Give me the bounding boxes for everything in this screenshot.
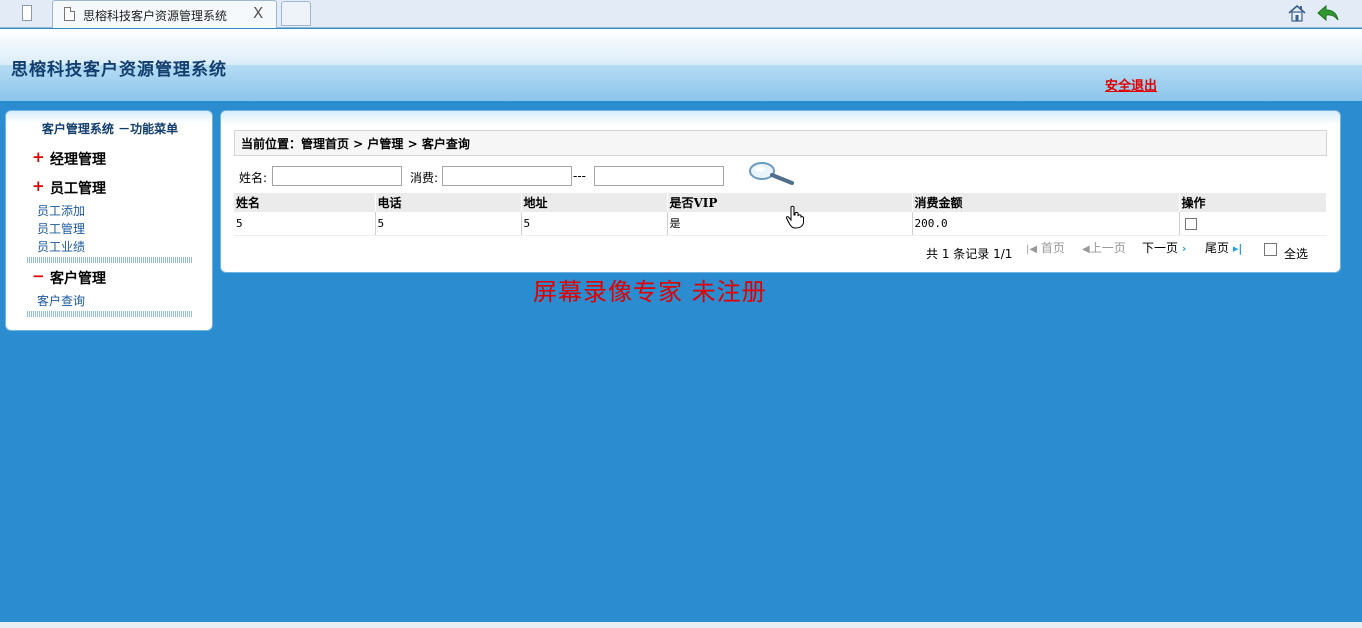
site-header: 思榕科技客户资源管理系统 安全退出 [0, 29, 1362, 101]
document-icon [64, 7, 75, 21]
first-page-link[interactable]: |◀ 首页 [1026, 239, 1065, 256]
cell-phone: 5 [375, 212, 522, 236]
system-title: 思榕科技客户资源管理系统 [11, 60, 227, 80]
watermark: 屏幕录像专家 未注册 [533, 278, 767, 306]
menu-divider [27, 257, 192, 263]
menu-group-label: 员工管理 [50, 181, 106, 197]
tab-close-icon[interactable]: X [253, 4, 263, 22]
search-icon[interactable] [748, 161, 796, 185]
browser-tab[interactable]: 思榕科技客户资源管理系统 X [52, 0, 277, 28]
pagination: 共 1 条记录 1/1 |◀ 首页 ◀上一页 下一页 › 尾页 ▸| 全选 [926, 239, 1326, 261]
column-header: 地址 [521, 193, 668, 212]
first-page-label: 首页 [1040, 241, 1065, 255]
name-label: 姓名: [239, 171, 268, 185]
browser-tab-bar: 思榕科技客户资源管理系统 X [0, 0, 1362, 28]
expand-icon: + [32, 177, 45, 195]
expand-icon: + [32, 148, 45, 166]
logout-link[interactable]: 安全退出 [1105, 75, 1157, 94]
menu-item-employee-manage[interactable]: 员工管理 [37, 220, 85, 237]
last-page-link[interactable]: 尾页 ▸| [1205, 239, 1242, 256]
last-page-icon: ▸| [1232, 242, 1243, 255]
name-input[interactable] [272, 166, 402, 186]
collapse-icon: − [32, 267, 45, 285]
page-icon[interactable] [15, 4, 40, 24]
new-tab-button[interactable] [281, 1, 311, 26]
last-page-label: 尾页 [1205, 241, 1230, 255]
menu-group-label: 客户管理 [50, 271, 106, 287]
next-page-label: 下一页 [1142, 241, 1179, 255]
menu-item-employee-add[interactable]: 员工添加 [37, 202, 85, 219]
customer-table: 姓名 电话 地址 是否VIP 消费金额 操作 5 5 5 是 200.0 [234, 193, 1327, 236]
column-header: 消费金额 [912, 193, 1180, 212]
select-all-checkbox[interactable] [1264, 243, 1277, 256]
consume-label: 消费: [410, 171, 439, 185]
menu-title: 客户管理系统 －功能菜单 [41, 122, 179, 136]
cell-address: 5 [521, 212, 668, 236]
consume-max-input[interactable] [594, 166, 724, 186]
main-content: 当前位置：管理首页 > 户管理 > 客户查询 姓名: 消费: --- 姓名 电话… [220, 110, 1341, 273]
consume-min-input[interactable] [442, 166, 572, 186]
cell-amount: 200.0 [912, 212, 1180, 236]
hand-cursor-icon [785, 205, 804, 229]
prev-page-label: 上一页 [1089, 241, 1126, 255]
table-row: 5 5 5 是 200.0 [234, 212, 1327, 236]
first-page-icon: |◀ [1026, 244, 1038, 255]
home-icon[interactable] [1287, 3, 1307, 23]
column-header: 电话 [375, 193, 522, 212]
search-form: 姓名: 消费: --- [238, 161, 838, 189]
breadcrumb: 当前位置：管理首页 > 户管理 > 客户查询 [234, 130, 1327, 156]
menu-item-employee-performance[interactable]: 员工业绩 [37, 238, 85, 255]
table-header-row: 姓名 电话 地址 是否VIP 消费金额 操作 [234, 193, 1327, 212]
select-all-label: 全选 [1284, 247, 1309, 261]
range-separator: --- [573, 169, 586, 183]
menu-group-label: 经理管理 [50, 152, 106, 168]
next-page-link[interactable]: 下一页 › [1142, 239, 1186, 256]
row-checkbox[interactable] [1184, 217, 1197, 230]
record-summary: 共 1 条记录 1/1 [926, 247, 1013, 261]
cell-action [1179, 212, 1327, 236]
function-menu: 客户管理系统 －功能菜单 + 经理管理 + 员工管理 员工添加 员工管理 员工业… [5, 110, 213, 331]
back-arrow-icon[interactable] [1316, 3, 1340, 23]
cell-name: 5 [234, 212, 376, 236]
menu-divider [27, 311, 192, 317]
status-bar [0, 622, 1362, 628]
tab-title: 思榕科技客户资源管理系统 [83, 9, 228, 23]
prev-page-link[interactable]: ◀上一页 [1082, 239, 1126, 256]
menu-item-customer-query[interactable]: 客户查询 [37, 292, 85, 309]
prev-page-icon: ◀ [1082, 244, 1090, 255]
next-page-icon: › [1181, 242, 1187, 255]
column-header: 姓名 [234, 193, 376, 212]
column-header: 操作 [1179, 193, 1327, 212]
